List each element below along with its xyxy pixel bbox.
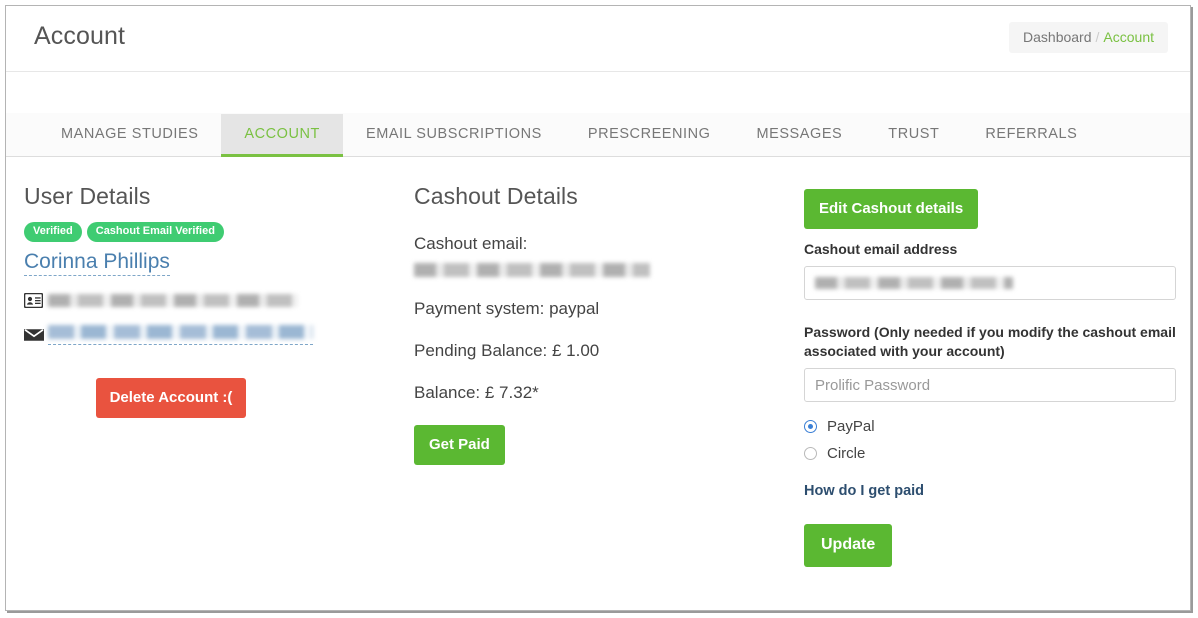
breadcrumb-separator: / (1095, 29, 1100, 45)
status-badge-verified: Verified (24, 222, 82, 242)
password-placeholder: Prolific Password (815, 376, 931, 394)
edit-cashout-wrap: Edit Cashout details (804, 189, 1176, 229)
tab-trust[interactable]: TRUST (865, 114, 962, 157)
delete-account-button[interactable]: Delete Account :( (95, 378, 247, 418)
user-email-row (24, 325, 394, 345)
user-email-underline (48, 325, 313, 345)
balance-value: Balance: £ 7.32* (414, 383, 539, 402)
user-id-redacted-value (48, 294, 298, 307)
cashout-email-address-label: Cashout email address (804, 241, 958, 257)
radio-option-paypal[interactable]: PayPal (804, 418, 1176, 435)
tab-manage-studies[interactable]: MANAGE STUDIES (38, 114, 221, 157)
radio-paypal-indicator[interactable] (804, 420, 817, 433)
tab-messages[interactable]: MESSAGES (733, 114, 865, 157)
radio-paypal-label: PayPal (827, 418, 875, 435)
how-do-i-get-paid-link[interactable]: How do I get paid (804, 483, 924, 499)
update-wrap: Update (804, 524, 1176, 567)
content-area: User Details Verified Cashout Email Veri… (6, 157, 1190, 610)
app-window: Account Dashboard / Account MANAGE STUDIES… (5, 5, 1191, 611)
page-title: Account (34, 22, 126, 50)
get-paid-wrap: Get Paid (414, 425, 784, 465)
user-id-row (24, 293, 394, 308)
cashout-email-input[interactable] (804, 266, 1176, 300)
payment-system-value: Payment system: paypal (414, 299, 600, 318)
tab-referrals[interactable]: REFERRALS (962, 114, 1100, 157)
get-paid-button[interactable]: Get Paid (414, 425, 505, 465)
edit-cashout-details-button[interactable]: Edit Cashout details (804, 189, 979, 229)
page-header: Account Dashboard / Account (6, 6, 1190, 72)
cashout-email-label: Cashout email: (414, 234, 528, 253)
envelope-icon (24, 328, 48, 342)
cashout-details-title: Cashout Details (414, 183, 578, 209)
delete-account-wrap: Delete Account :( (24, 378, 394, 418)
id-card-icon (24, 293, 48, 308)
cashout-details-panel: Cashout Details Cashout email: Payment s… (414, 157, 784, 465)
password-input[interactable]: Prolific Password (804, 368, 1176, 402)
user-details-title: User Details (24, 183, 151, 209)
password-label: Password (Only needed if you modify the … (804, 324, 1176, 359)
tab-account[interactable]: ACCOUNT (221, 114, 343, 157)
breadcrumb: Dashboard / Account (1009, 22, 1168, 53)
breadcrumb-account: Account (1103, 29, 1154, 45)
status-badge-cashout-email-verified: Cashout Email Verified (86, 222, 224, 242)
cashout-form-panel: Edit Cashout details Cashout email addre… (804, 157, 1176, 567)
pending-balance-value: Pending Balance: £ 1.00 (414, 341, 600, 360)
radio-circle-label: Circle (827, 445, 866, 462)
radio-circle-indicator[interactable] (804, 447, 817, 460)
cashout-email-input-redacted-value (815, 277, 1013, 289)
badge-row: Verified Cashout Email Verified (24, 222, 394, 242)
cashout-email-redacted-value (414, 263, 650, 277)
user-email-redacted-value (48, 325, 313, 339)
update-button[interactable]: Update (804, 524, 893, 567)
tab-email-subscriptions[interactable]: EMAIL SUBSCRIPTIONS (343, 114, 565, 157)
user-details-panel: User Details Verified Cashout Email Veri… (24, 157, 394, 418)
tab-bar: MANAGE STUDIES ACCOUNT EMAIL SUBSCRIPTIO… (6, 113, 1190, 157)
breadcrumb-dashboard[interactable]: Dashboard (1023, 29, 1092, 45)
user-name-link[interactable]: Corinna Phillips (24, 250, 170, 276)
tab-prescreening[interactable]: PRESCREENING (565, 114, 734, 157)
radio-option-circle[interactable]: Circle (804, 445, 1176, 462)
